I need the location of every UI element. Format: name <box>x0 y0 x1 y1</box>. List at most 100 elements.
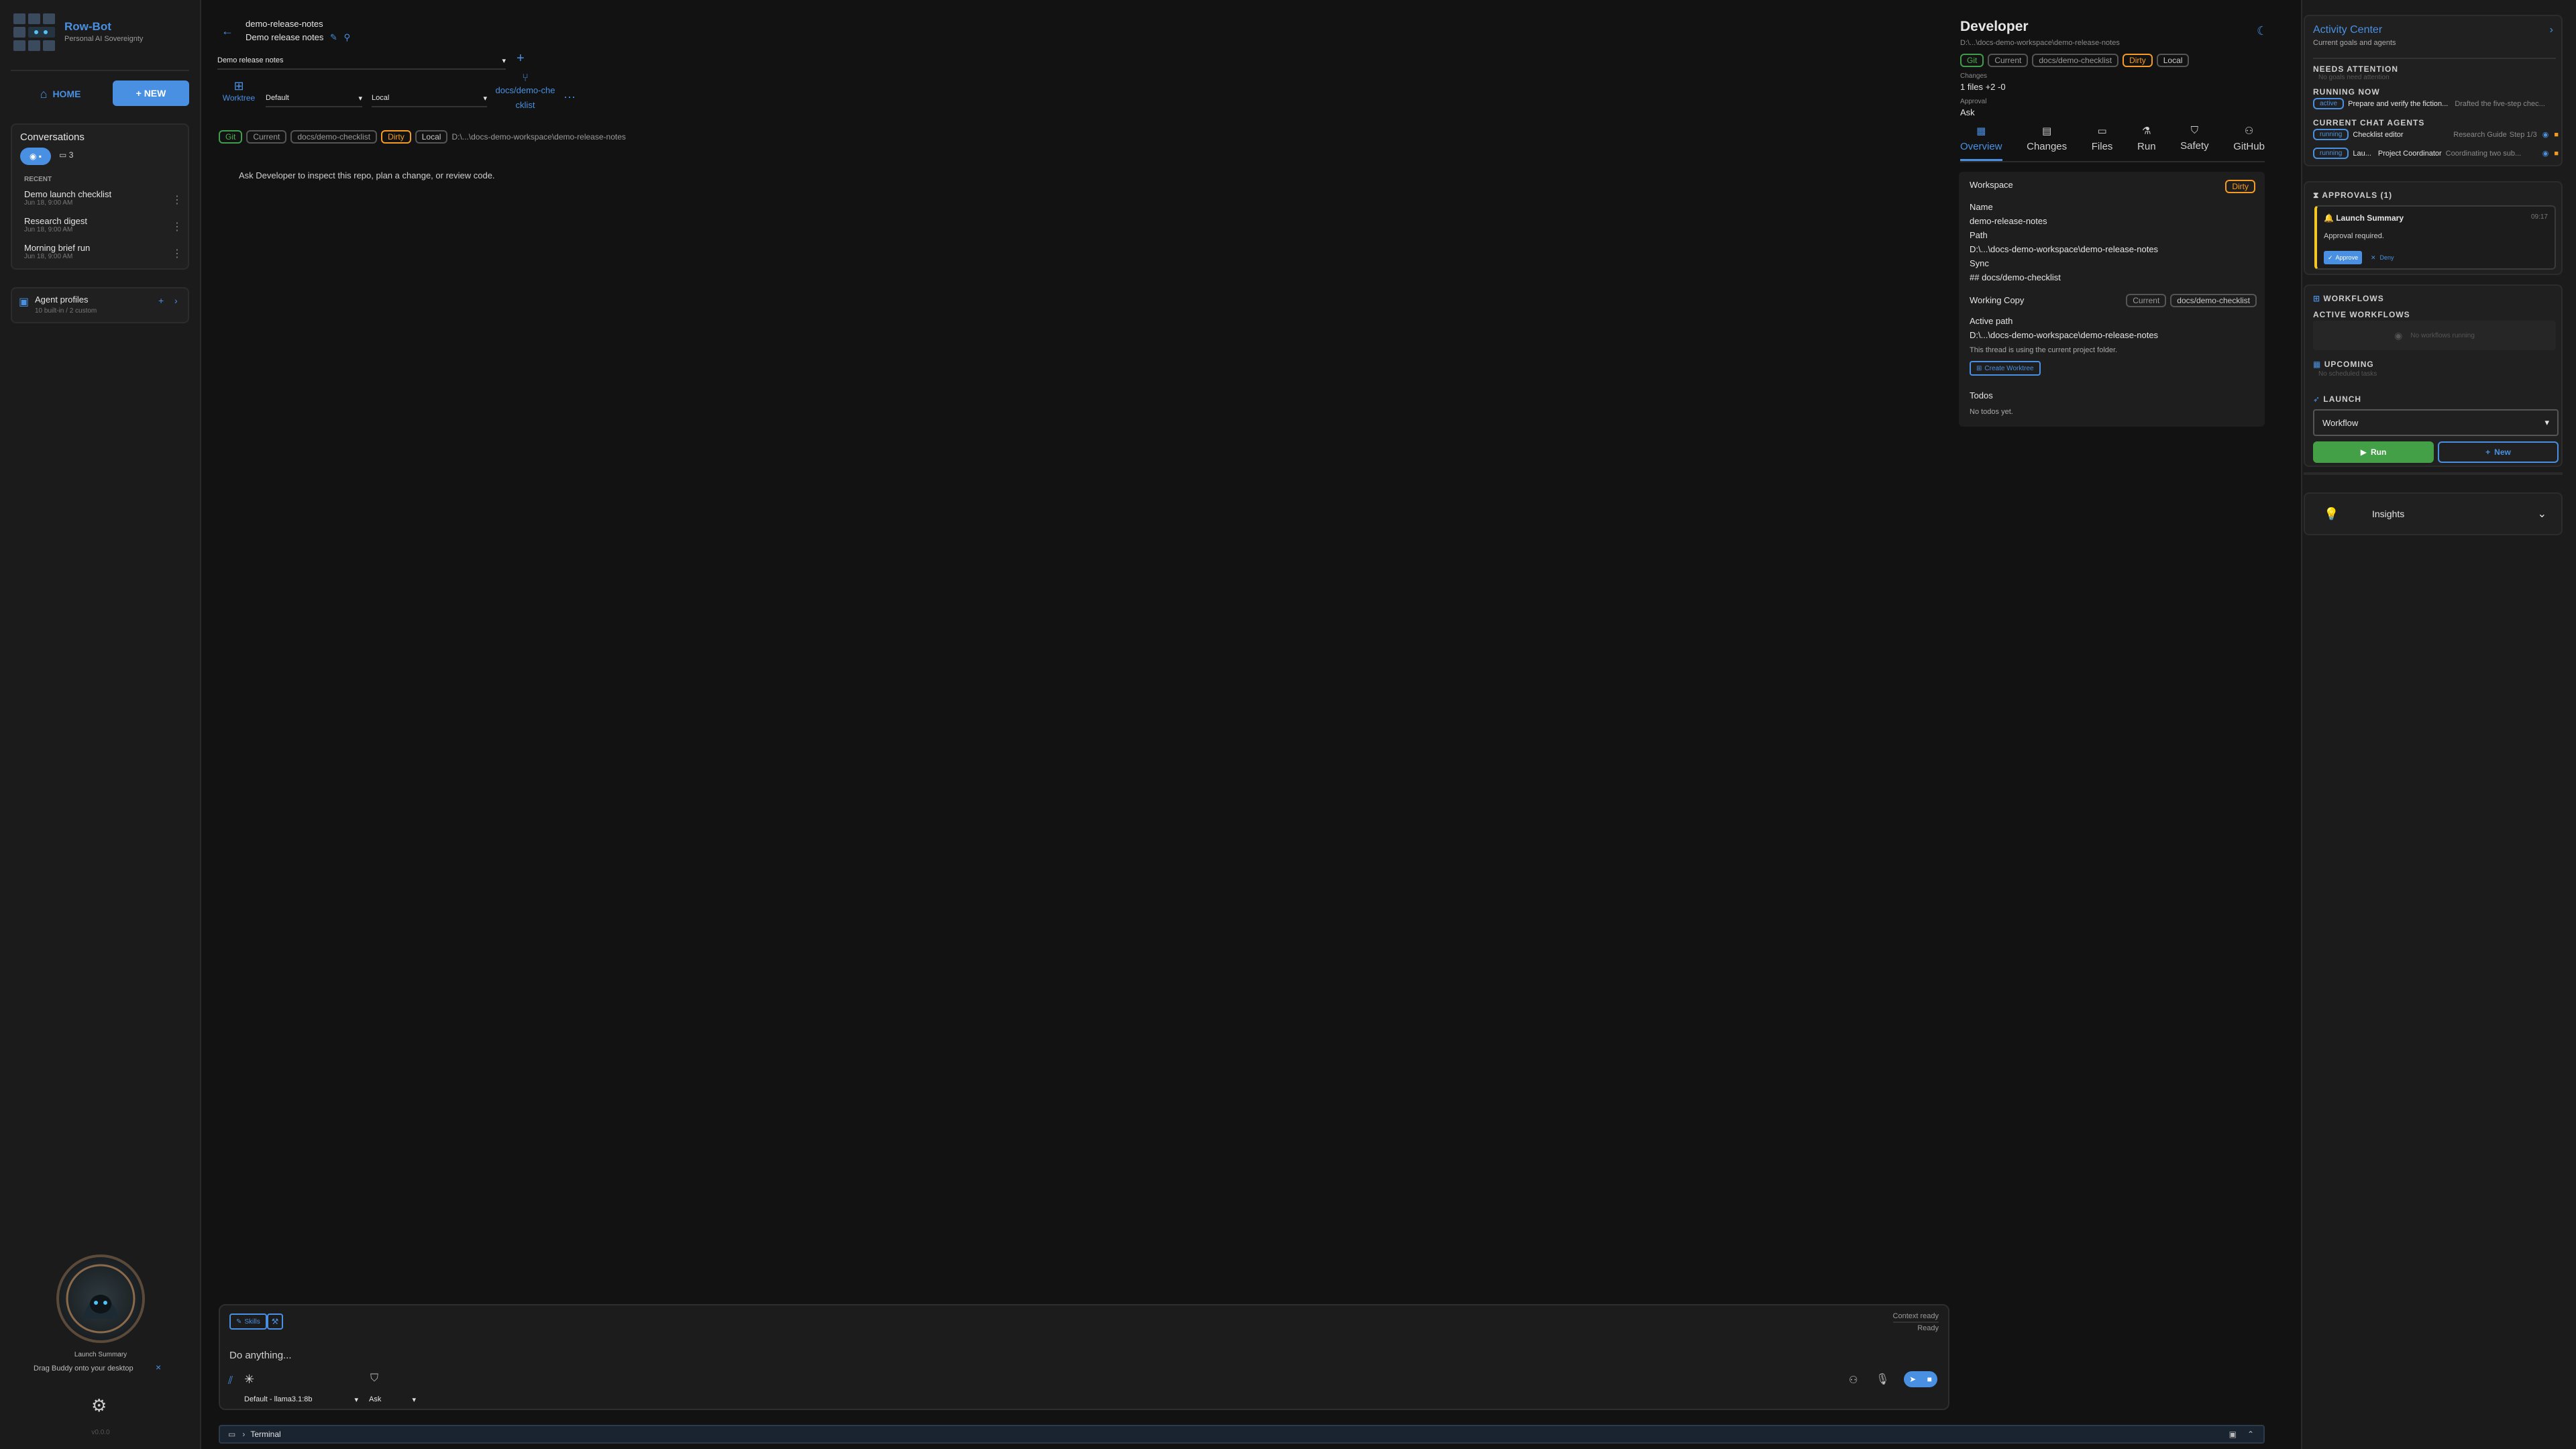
home-button[interactable]: ⌂ HOME <box>27 82 94 106</box>
send-icon: ➤ <box>1909 1375 1917 1384</box>
chats-filter-toggle[interactable]: ▭ 3 <box>59 150 73 160</box>
app-name: Row-Bot <box>64 20 111 33</box>
git-branch-icon: ⑂ <box>522 72 529 84</box>
attach-paperclip-icon[interactable]: ⫽ <box>228 1375 233 1387</box>
home-icon: ⌂ <box>40 87 48 101</box>
approval-value: Ask <box>1960 107 1975 117</box>
dropdown-arrow-icon: ▾ <box>2544 417 2549 427</box>
profile-select[interactable]: Default ▾ <box>266 90 362 107</box>
play-icon: ▶ <box>2360 447 2367 457</box>
run-workflow-button[interactable]: ▶ Run <box>2313 441 2434 463</box>
approvals-card: ⧗ APPROVALS (1) 🔔 Launch Summary 09:17 A… <box>2304 181 2563 275</box>
left-sidebar: Row-Bot Personal AI Sovereignty ⌂ HOME +… <box>0 0 201 1449</box>
new-conversation-button[interactable]: + NEW <box>113 80 189 106</box>
split-icon[interactable]: ▣ <box>2229 1430 2237 1439</box>
shield-icon[interactable]: ⛉ <box>370 1373 378 1385</box>
insights-title: Insights <box>2372 508 2405 519</box>
tag-dirty: Dirty <box>381 130 411 144</box>
buddy-hint: Drag Buddy onto your desktop <box>34 1364 133 1373</box>
microphone-icon[interactable]: 🎙 <box>1876 1373 1889 1386</box>
agents-icon[interactable]: ⚇ <box>1849 1374 1858 1386</box>
approval-label: Approval <box>1960 98 1987 105</box>
workflow-select[interactable]: Workflow ▾ <box>2313 409 2559 436</box>
thread-path: D:\...\docs-demo-workspace\demo-release-… <box>451 132 626 142</box>
message-input[interactable]: Do anything... <box>229 1350 1839 1361</box>
agent-profiles-subtitle: 10 built-in / 2 custom <box>35 307 97 315</box>
workflows-card: ⊞ WORKFLOWS ACTIVE WORKFLOWS ◉ No workflo… <box>2304 284 2563 467</box>
tab-safety[interactable]: ⛉ Safety <box>2180 125 2209 161</box>
activity-card: Activity Center › Current goals and agen… <box>2304 15 2563 166</box>
agent-profiles-title: Agent profiles <box>35 294 89 305</box>
worktree-button[interactable]: ⊞ Worktree <box>220 79 258 103</box>
terminal-bar[interactable]: ▭ › Terminal ▣ ⌃ <box>219 1425 2265 1444</box>
stop-icon[interactable]: ■ <box>2554 131 2559 139</box>
composer: ✎ Skills ⚒ Context ready Ready Do anythin… <box>219 1304 1949 1410</box>
deny-button[interactable]: ✕ Deny <box>2371 251 2394 264</box>
todos-title: Todos <box>1970 390 1993 400</box>
more-horizontal-icon[interactable]: ··· <box>564 90 576 104</box>
tab-files[interactable]: ▭ Files <box>2092 125 2113 161</box>
collapse-panel-icon[interactable]: ☾ <box>2257 24 2267 38</box>
divider <box>2304 472 2563 475</box>
stop-icon[interactable]: ■ <box>2554 150 2559 158</box>
divider <box>11 70 189 71</box>
tab-github[interactable]: ⚇ GitHub <box>2233 125 2265 161</box>
close-icon[interactable]: × <box>156 1362 161 1373</box>
agent-row[interactable]: running Lau... Project Coordinator Coord… <box>2313 148 2559 159</box>
dropdown-arrow-icon: ▾ <box>483 94 487 103</box>
send-button[interactable]: ➤ ■ <box>1904 1371 1937 1387</box>
create-worktree-button[interactable]: ⊞ Create Worktree <box>1970 361 2041 376</box>
buddy-avatar[interactable] <box>56 1254 145 1343</box>
chevron-right-icon[interactable]: › <box>2550 24 2553 36</box>
mode-select[interactable]: Ask ▾ <box>369 1393 416 1406</box>
new-workflow-button[interactable]: + New <box>2438 441 2559 463</box>
approve-button[interactable]: ✓ Approve <box>2324 251 2363 264</box>
dropdown-arrow-icon: ▾ <box>354 1395 358 1404</box>
add-project-icon[interactable]: + <box>517 51 525 66</box>
back-arrow-icon[interactable]: ← <box>221 24 233 38</box>
add-icon[interactable]: + <box>158 295 164 306</box>
dashboard-icon: ▦ <box>1976 125 1986 137</box>
workspace-title: Workspace <box>1970 180 2013 190</box>
working-copy-title: Working Copy <box>1970 295 2025 305</box>
terminal-icon: ▭ <box>228 1430 236 1439</box>
tab-run[interactable]: ⚗ Run <box>2137 125 2156 161</box>
branch-button[interactable]: ⑂ docs/demo-checklist <box>494 72 557 113</box>
location-select[interactable]: Local ▾ <box>372 90 487 107</box>
model-select[interactable]: Default - llama3.1:8b ▾ <box>244 1393 358 1406</box>
app-logo-icon <box>12 12 59 54</box>
chat-icon: ▭ <box>59 150 67 160</box>
settings-gear-icon[interactable]: ⚙ <box>91 1395 107 1416</box>
more-vertical-icon[interactable]: ⋮ <box>172 193 182 207</box>
conversation-item[interactable]: Research digest Jun 18, 9:00 AM ⋮ <box>24 216 185 239</box>
agent-profiles-card[interactable]: ▣ Agent profiles 10 built-in / 2 custom … <box>11 287 189 323</box>
workflows-title: ⊞ WORKFLOWS <box>2313 294 2384 303</box>
working-copy-note: This thread is using the current project… <box>1970 346 2118 354</box>
agents-filter-toggle[interactable]: ◉ ▪ <box>20 148 51 165</box>
pin-icon[interactable]: ⚲ <box>344 32 351 42</box>
calendar-icon: ▦ <box>2313 360 2322 369</box>
working-copy-tags: Current docs/demo-checklist <box>2126 294 2261 307</box>
agent-row[interactable]: running Checklist editor Research Guide … <box>2313 129 2559 140</box>
eye-icon[interactable]: ◉ <box>2542 130 2549 139</box>
tab-changes[interactable]: ▤ Changes <box>2027 125 2067 161</box>
chevron-up-icon[interactable]: ⌃ <box>2247 1430 2254 1439</box>
divider <box>2313 58 2556 59</box>
eye-icon[interactable]: ◉ <box>2542 149 2549 158</box>
conversation-item[interactable]: Morning brief run Jun 18, 9:00 AM ⋮ <box>24 243 185 266</box>
running-item[interactable]: active Prepare and verify the fiction...… <box>2313 98 2559 109</box>
launch-label: ➶ LAUNCH <box>2313 394 2362 404</box>
more-vertical-icon[interactable]: ⋮ <box>172 220 182 233</box>
conversation-item[interactable]: Demo launch checklist Jun 18, 9:00 AM ⋮ <box>24 189 185 212</box>
tag-git: Git <box>1960 54 1984 67</box>
skills-button[interactable]: ✎ Skills <box>229 1313 267 1330</box>
asterisk-icon[interactable]: ✳ <box>244 1373 254 1387</box>
chevron-right-icon[interactable]: › <box>174 295 178 306</box>
chevron-down-icon[interactable]: ⌄ <box>2538 507 2546 521</box>
project-select[interactable]: Demo release notes ▾ <box>217 52 506 70</box>
more-vertical-icon[interactable]: ⋮ <box>172 247 182 260</box>
edit-pencil-icon[interactable]: ✎ <box>330 32 337 42</box>
insights-card[interactable]: 💡 Insights ⌄ <box>2304 492 2563 535</box>
tab-overview[interactable]: ▦ Overview <box>1960 125 2002 161</box>
tools-icon[interactable]: ⚒ <box>267 1313 283 1330</box>
